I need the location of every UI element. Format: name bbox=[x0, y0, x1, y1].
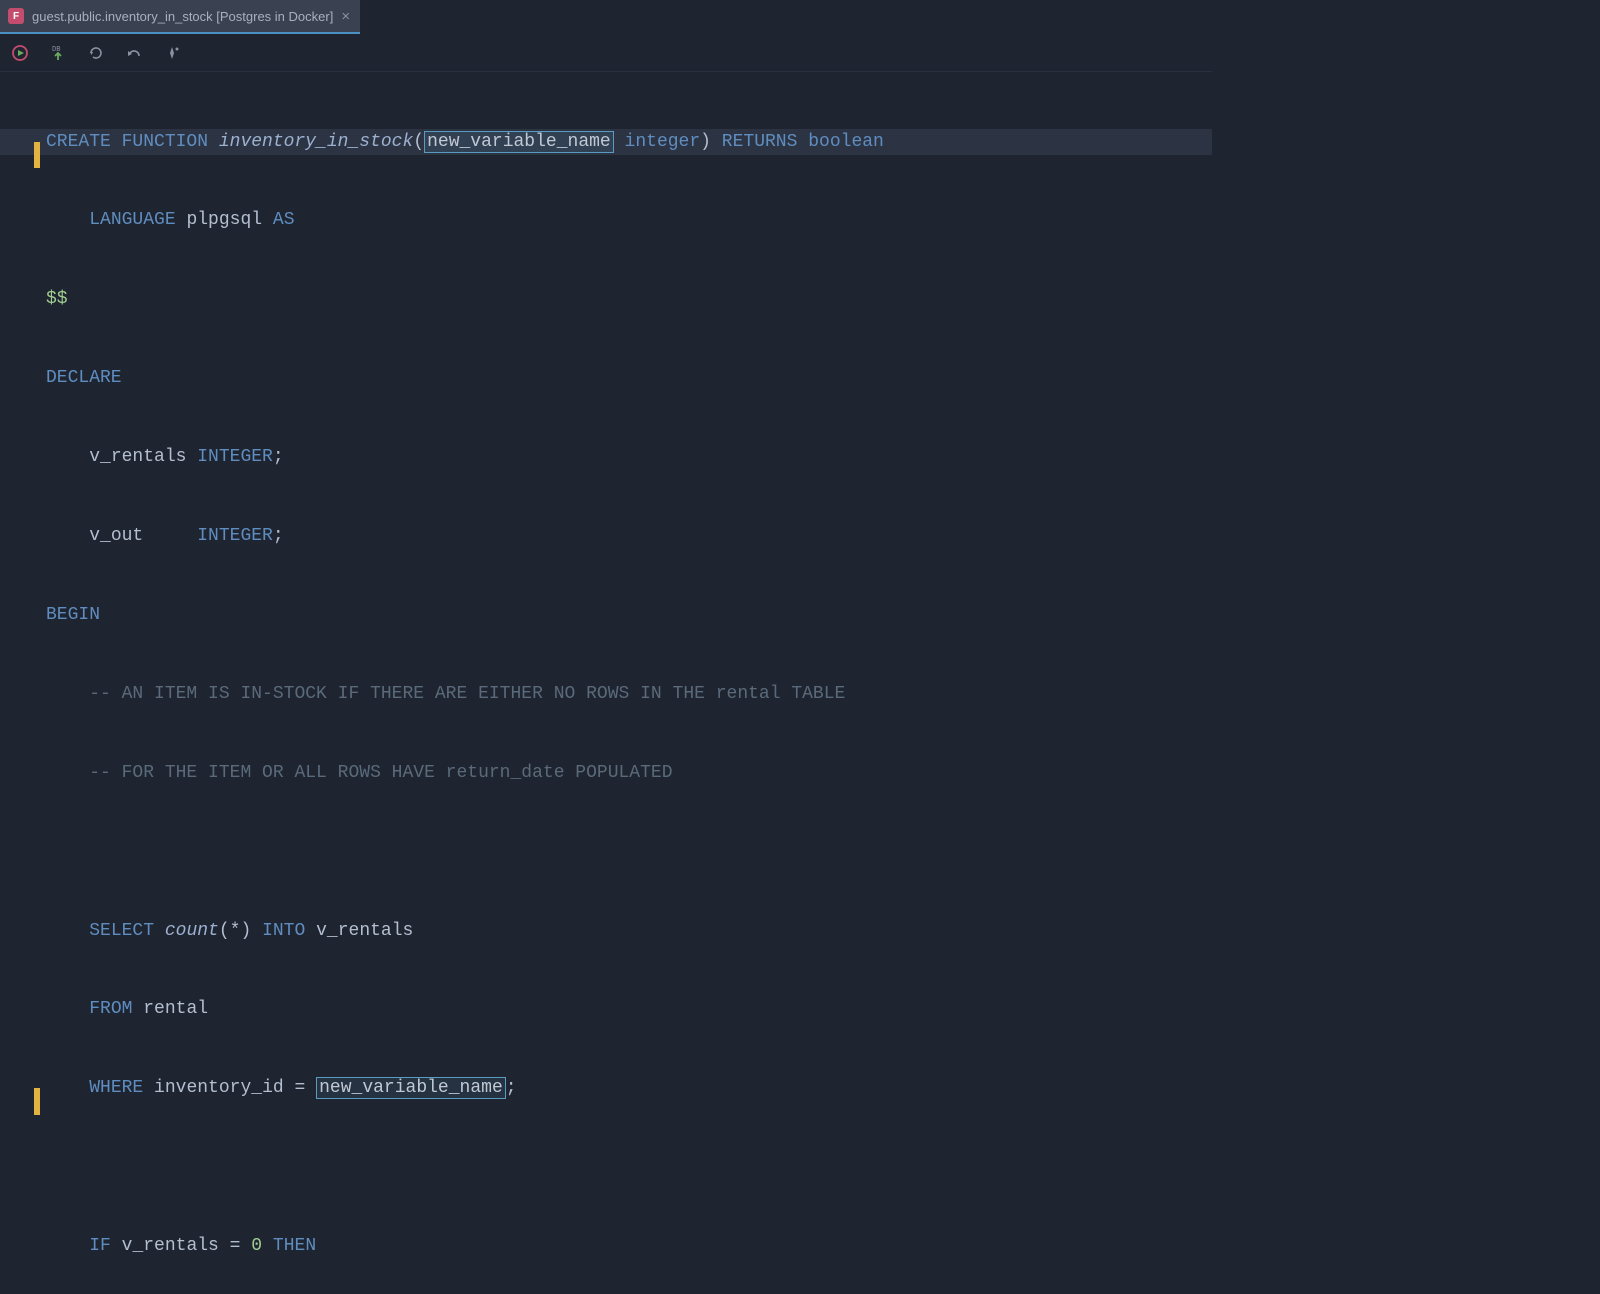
punct: ; bbox=[273, 447, 284, 467]
code-line[interactable]: v_out INTEGER; bbox=[0, 523, 1212, 549]
op: = bbox=[294, 1078, 305, 1098]
comment: -- FOR THE ITEM OR ALL ROWS HAVE return_… bbox=[89, 763, 672, 783]
code-line[interactable]: CREATE FUNCTION inventory_in_stock(new_v… bbox=[0, 129, 1212, 155]
keyword: FROM bbox=[89, 999, 132, 1019]
code-line[interactable]: BEGIN bbox=[0, 602, 1212, 628]
keyword: INTO bbox=[262, 921, 305, 941]
keyword: DECLARE bbox=[46, 368, 122, 388]
code-line[interactable] bbox=[0, 839, 1212, 865]
punct: ; bbox=[273, 526, 284, 546]
column: inventory_id bbox=[154, 1078, 284, 1098]
punct: ; bbox=[506, 1078, 517, 1098]
svg-text:DB: DB bbox=[52, 46, 60, 54]
punct: (*) bbox=[219, 921, 251, 941]
keyword: SELECT bbox=[89, 921, 154, 941]
run-icon[interactable] bbox=[10, 43, 30, 63]
table: rental bbox=[143, 999, 208, 1019]
comment: -- AN ITEM IS IN-STOCK IF THERE ARE EITH… bbox=[89, 684, 845, 704]
code-line[interactable]: v_rentals INTEGER; bbox=[0, 444, 1212, 470]
keyword: CREATE FUNCTION bbox=[46, 132, 208, 152]
code-line[interactable]: DECLARE bbox=[0, 365, 1212, 391]
keyword: WHERE bbox=[89, 1078, 143, 1098]
close-tab-icon[interactable]: × bbox=[341, 9, 350, 24]
variable: v_rentals bbox=[89, 447, 186, 467]
editor-tab[interactable]: F guest.public.inventory_in_stock [Postg… bbox=[0, 0, 360, 34]
keyword: IF bbox=[89, 1236, 111, 1256]
code-line[interactable]: $$ bbox=[0, 286, 1212, 312]
dollar-quote: $$ bbox=[46, 289, 68, 309]
type: INTEGER bbox=[197, 447, 273, 467]
keyword: BEGIN bbox=[46, 605, 100, 625]
type: INTEGER bbox=[197, 526, 273, 546]
change-marker-icon bbox=[34, 142, 40, 168]
keyword: THEN bbox=[273, 1236, 316, 1256]
language-name: plpgsql bbox=[186, 210, 262, 230]
undo-icon[interactable] bbox=[124, 43, 144, 63]
tab-title: guest.public.inventory_in_stock [Postgre… bbox=[32, 9, 333, 24]
variable: v_rentals bbox=[316, 921, 413, 941]
number: 0 bbox=[251, 1236, 262, 1256]
code-editor[interactable]: CREATE FUNCTION inventory_in_stock(new_v… bbox=[0, 72, 1212, 1294]
variable: v_out bbox=[89, 526, 143, 546]
editor-toolbar: DB bbox=[0, 34, 1212, 72]
punct: ( bbox=[413, 132, 424, 152]
punct: ) bbox=[700, 132, 711, 152]
keyword: RETURNS bbox=[722, 132, 798, 152]
variable: v_rentals bbox=[122, 1236, 219, 1256]
db-upload-icon[interactable]: DB bbox=[48, 43, 68, 63]
refresh-icon[interactable] bbox=[86, 43, 106, 63]
keyword: AS bbox=[273, 210, 295, 230]
function-name: inventory_in_stock bbox=[219, 132, 413, 152]
type: integer bbox=[625, 132, 701, 152]
builtin-func: count bbox=[165, 921, 219, 941]
code-line[interactable]: WHERE inventory_id = new_variable_name; bbox=[0, 1075, 1212, 1101]
rename-occurrence[interactable]: new_variable_name bbox=[316, 1077, 506, 1099]
code-line[interactable]: LANGUAGE plpgsql AS bbox=[0, 207, 1212, 233]
code-line[interactable] bbox=[0, 1154, 1212, 1180]
code-line[interactable]: FROM rental bbox=[0, 996, 1212, 1022]
rename-input[interactable]: new_variable_name bbox=[424, 131, 614, 153]
code-line[interactable]: IF v_rentals = 0 THEN bbox=[0, 1233, 1212, 1259]
code-line[interactable]: -- AN ITEM IS IN-STOCK IF THERE ARE EITH… bbox=[0, 681, 1212, 707]
function-badge-icon: F bbox=[8, 8, 24, 24]
code-line[interactable]: SELECT count(*) INTO v_rentals bbox=[0, 918, 1212, 944]
ai-assist-icon[interactable] bbox=[162, 43, 182, 63]
tab-bar: F guest.public.inventory_in_stock [Postg… bbox=[0, 0, 1212, 34]
code-line[interactable]: -- FOR THE ITEM OR ALL ROWS HAVE return_… bbox=[0, 760, 1212, 786]
op: = bbox=[230, 1236, 241, 1256]
keyword: LANGUAGE bbox=[89, 210, 175, 230]
change-marker-icon bbox=[34, 1088, 40, 1114]
type: boolean bbox=[808, 132, 884, 152]
